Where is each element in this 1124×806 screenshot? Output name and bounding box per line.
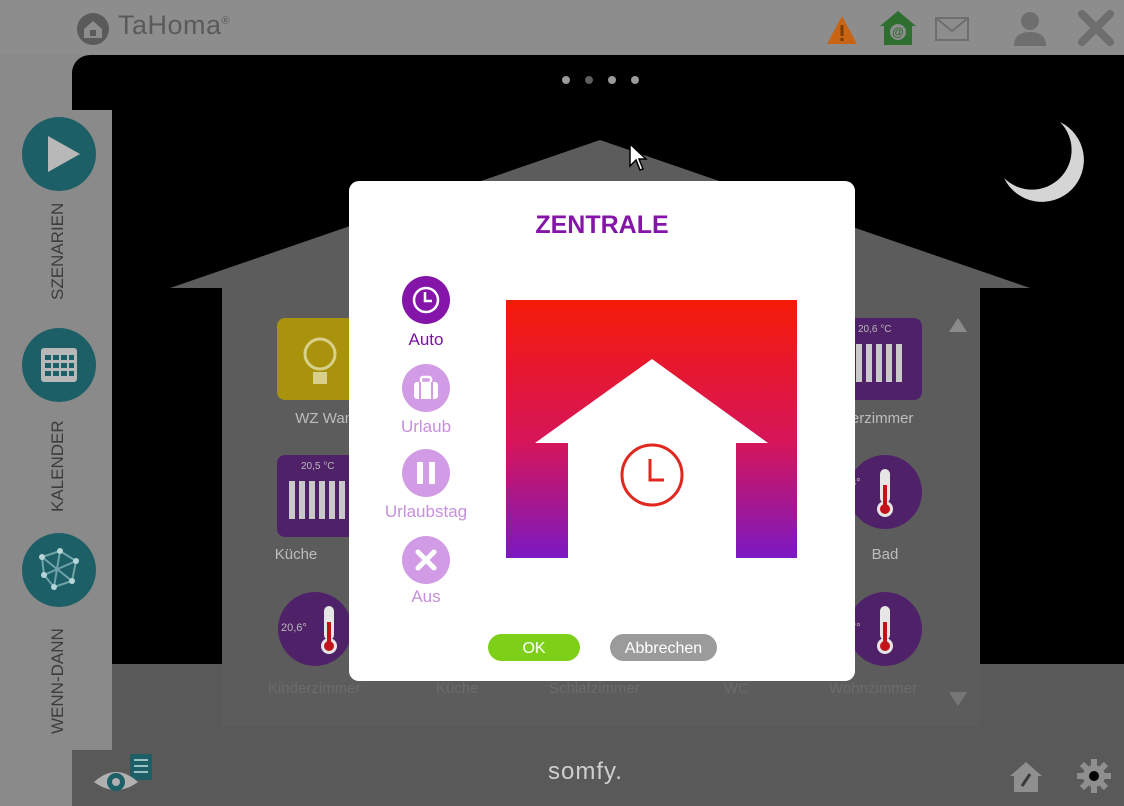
clock-icon (412, 286, 440, 314)
cancel-button[interactable]: Abbrechen (610, 634, 717, 661)
mode-label[interactable]: Urlaubstag (371, 502, 481, 522)
tahoma-logo-icon (77, 13, 109, 45)
device-tile[interactable]: 20,6° (278, 592, 352, 666)
sidebar-item-wenn-dann[interactable]: WENN-DANN (48, 628, 68, 734)
page-dot[interactable] (631, 76, 639, 84)
tile-label: Küche (436, 680, 479, 697)
house-settings-icon[interactable] (1008, 760, 1044, 794)
radiator-icon (289, 481, 345, 519)
ok-button[interactable]: OK (488, 634, 580, 661)
play-icon (48, 136, 80, 172)
tile-label: WC (724, 680, 749, 697)
pause-icon (417, 462, 435, 484)
page-dot[interactable] (608, 76, 616, 84)
mode-label[interactable]: Aus (371, 587, 481, 607)
sidebar-item-szenarien[interactable]: SZENARIEN (48, 203, 68, 300)
house-clock-icon (535, 359, 768, 558)
suitcase-icon (414, 375, 438, 399)
app-title: TaHoma® (118, 10, 231, 40)
calendar-icon (41, 348, 77, 382)
scroll-down-icon[interactable] (947, 690, 969, 708)
page-dot[interactable] (585, 76, 593, 84)
device-tile[interactable]: 3° (848, 455, 922, 529)
dialog-title: ZENTRALE (535, 211, 669, 239)
thermometer-icon (877, 606, 893, 654)
nav-kalender-button[interactable] (22, 328, 96, 402)
tile-temperature: 20,6° (281, 622, 307, 634)
close-icon (415, 549, 437, 571)
network-icon (39, 548, 79, 590)
mode-urlaubstag-button[interactable] (402, 449, 450, 497)
tile-label: Küche (274, 546, 318, 563)
radiator-icon (856, 344, 902, 382)
mode-auto-button[interactable] (402, 276, 450, 324)
mode-label[interactable]: Urlaub (371, 417, 481, 437)
mode-urlaub-button[interactable] (402, 364, 450, 412)
thermometer-icon (321, 606, 337, 654)
tile-label: Schlafzimmer (549, 680, 640, 697)
eye-view-icon[interactable] (92, 752, 158, 798)
warning-icon[interactable] (822, 8, 862, 48)
device-tile[interactable]: 7° (848, 592, 922, 666)
sidebar-item-kalender[interactable]: KALENDER (48, 420, 68, 512)
mode-preview-image (506, 300, 797, 558)
close-app-icon[interactable] (1076, 8, 1116, 48)
tile-label: Wohnzimmer (829, 680, 918, 697)
nav-wenn-dann-button[interactable] (22, 533, 96, 607)
gear-icon[interactable] (1076, 758, 1112, 794)
user-icon[interactable] (1010, 8, 1050, 48)
tile-label: Kinderzimmer (268, 680, 361, 697)
mouse-cursor-icon (629, 142, 648, 171)
mail-icon[interactable] (932, 8, 972, 48)
svg-text:@: @ (892, 25, 904, 39)
lightbulb-icon (303, 337, 337, 384)
tile-temperature: 20,5 °C (301, 461, 335, 472)
home-connection-icon[interactable]: @ (878, 8, 918, 48)
mode-label[interactable]: Auto (371, 330, 481, 350)
nav-szenarien-button[interactable] (22, 117, 96, 191)
mode-aus-button[interactable] (402, 536, 450, 584)
tile-temperature: 20,6 °C (858, 324, 892, 335)
somfy-logo: somfy. (548, 758, 623, 785)
page-dot[interactable] (562, 76, 570, 84)
thermometer-icon (877, 469, 893, 517)
zentrale-dialog: ZENTRALE Auto Urlaub Urlaubstag Aus OK A… (349, 181, 855, 681)
scroll-up-icon[interactable] (947, 316, 969, 334)
